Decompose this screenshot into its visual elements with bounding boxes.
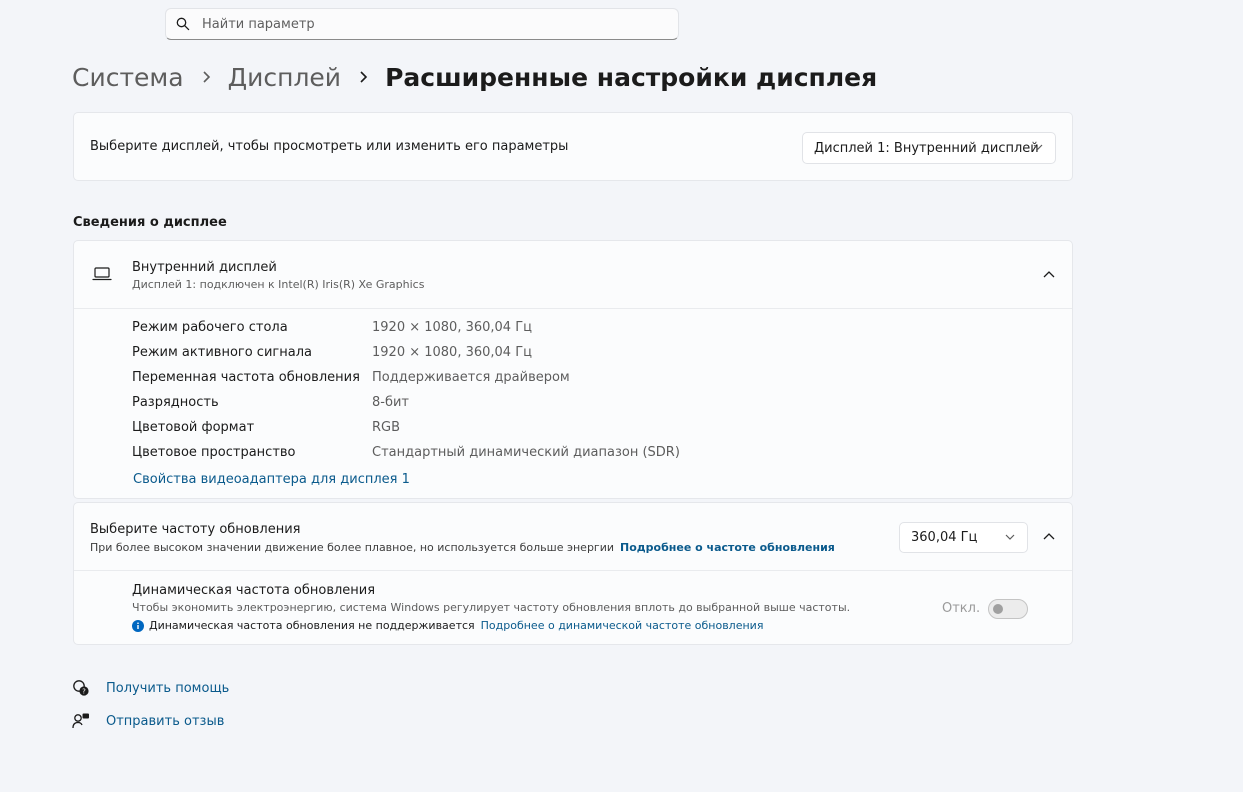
page-title: Расширенные настройки дисплея bbox=[385, 62, 878, 92]
property-label: Цветовой формат bbox=[132, 420, 255, 435]
help-icon: ? bbox=[73, 680, 89, 696]
breadcrumb: Система Дисплей Расширенные настройки ди… bbox=[72, 58, 877, 96]
property-label: Разрядность bbox=[132, 395, 219, 410]
breadcrumb-system[interactable]: Система bbox=[72, 63, 184, 92]
display-dropdown-value: Дисплей 1: Внутренний дисплей bbox=[814, 140, 1039, 156]
chevron-down-icon bbox=[1005, 534, 1015, 540]
display-dropdown[interactable]: Дисплей 1: Внутренний дисплей bbox=[802, 132, 1056, 164]
display-info-card: Внутренний дисплей Дисплей 1: подключен … bbox=[73, 240, 1073, 499]
feedback-row[interactable]: Отправить отзыв bbox=[72, 712, 224, 730]
dynamic-refresh-subtitle: Чтобы экономить электроэнергию, система … bbox=[132, 601, 851, 614]
refresh-rate-title: Выберите частоту обновления bbox=[90, 522, 301, 537]
property-value: RGB bbox=[372, 420, 401, 435]
refresh-rate-dropdown[interactable]: 360,04 Гц bbox=[899, 522, 1028, 553]
refresh-rate-description: При более высоком значении движение боле… bbox=[90, 541, 615, 554]
search-box[interactable] bbox=[165, 8, 679, 40]
chevron-up-icon[interactable] bbox=[1043, 532, 1055, 540]
property-label: Режим рабочего стола bbox=[132, 320, 288, 335]
display-info-subtitle: Дисплей 1: подключен к Intel(R) Iris(R) … bbox=[132, 278, 425, 291]
property-value: 1920 × 1080, 360,04 Гц bbox=[372, 320, 532, 335]
dynamic-refresh-toggle-label: Откл. bbox=[942, 601, 981, 616]
adapter-properties-link[interactable]: Свойства видеоадаптера для дисплея 1 bbox=[133, 472, 410, 487]
search-input[interactable] bbox=[202, 16, 642, 32]
property-row: Режим активного сигнала 1920 × 1080, 360… bbox=[132, 345, 680, 370]
property-value: 1920 × 1080, 360,04 Гц bbox=[372, 345, 532, 360]
svg-text:?: ? bbox=[82, 688, 86, 696]
chevron-up-icon[interactable] bbox=[1043, 270, 1055, 278]
feedback-icon bbox=[72, 713, 89, 729]
refresh-rate-subtitle: При более высоком значении движение боле… bbox=[90, 541, 835, 554]
property-label: Цветовое пространство bbox=[132, 445, 296, 460]
section-title: Сведения о дисплее bbox=[73, 215, 227, 230]
search-icon bbox=[176, 17, 190, 31]
breadcrumb-display[interactable]: Дисплей bbox=[228, 63, 341, 92]
get-help-row[interactable]: ? Получить помощь bbox=[72, 679, 229, 697]
refresh-rate-card: Выберите частоту обновления При более вы… bbox=[73, 502, 1073, 645]
get-help-link[interactable]: Получить помощь bbox=[106, 681, 229, 696]
property-label: Режим активного сигнала bbox=[132, 345, 312, 360]
display-info-header[interactable]: Внутренний дисплей Дисплей 1: подключен … bbox=[74, 241, 1072, 309]
refresh-rate-header: Выберите частоту обновления При более вы… bbox=[74, 503, 1072, 571]
laptop-icon bbox=[92, 267, 112, 281]
display-select-card: Выберите дисплей, чтобы просмотреть или … bbox=[73, 112, 1073, 181]
property-row: Цветовой формат RGB bbox=[132, 420, 680, 445]
property-row: Цветовое пространство Стандартный динами… bbox=[132, 445, 680, 470]
display-properties: Режим рабочего стола 1920 × 1080, 360,04… bbox=[132, 320, 680, 470]
chevron-right-icon bbox=[202, 70, 212, 84]
property-value: 8-бит bbox=[372, 395, 410, 410]
display-select-label: Выберите дисплей, чтобы просмотреть или … bbox=[90, 139, 569, 154]
chevron-right-icon bbox=[359, 70, 369, 84]
dynamic-refresh-toggle[interactable] bbox=[988, 599, 1028, 619]
property-row: Переменная частота обновления Поддержива… bbox=[132, 370, 680, 395]
toggle-knob bbox=[993, 604, 1003, 614]
info-icon bbox=[132, 619, 144, 632]
refresh-rate-value: 360,04 Гц bbox=[911, 530, 978, 545]
dynamic-refresh-note: Динамическая частота обновления не подде… bbox=[132, 619, 763, 632]
chevron-down-icon bbox=[1033, 144, 1043, 150]
property-label: Переменная частота обновления bbox=[132, 370, 360, 385]
property-value: Поддерживается драйвером bbox=[372, 370, 570, 385]
feedback-link[interactable]: Отправить отзыв bbox=[106, 714, 224, 729]
property-row: Разрядность 8-бит bbox=[132, 395, 680, 420]
display-info-title: Внутренний дисплей bbox=[132, 260, 277, 275]
dynamic-refresh-learn-more-link[interactable]: Подробнее о динамической частоте обновле… bbox=[481, 619, 764, 632]
property-row: Режим рабочего стола 1920 × 1080, 360,04… bbox=[132, 320, 680, 345]
refresh-rate-learn-more-link[interactable]: Подробнее о частоте обновления bbox=[620, 541, 835, 554]
property-value: Стандартный динамический диапазон (SDR) bbox=[372, 445, 680, 460]
dynamic-refresh-note-text: Динамическая частота обновления не подде… bbox=[149, 619, 475, 632]
dynamic-refresh-title: Динамическая частота обновления bbox=[132, 583, 376, 598]
